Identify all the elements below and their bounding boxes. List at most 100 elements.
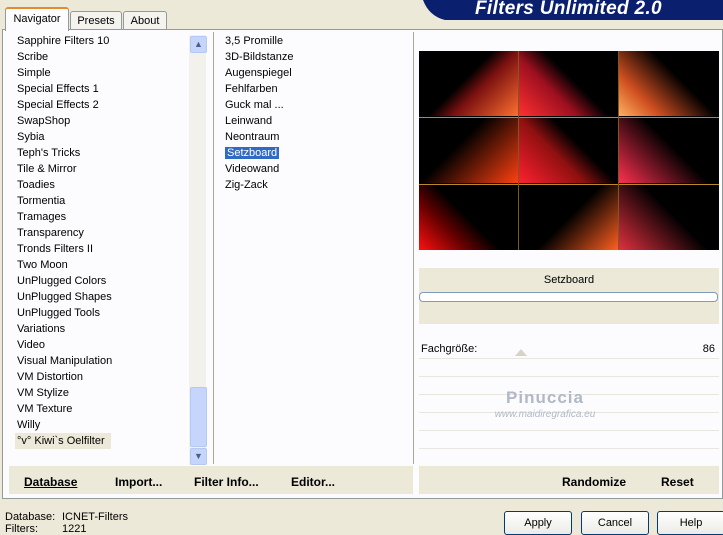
watermark-url: www.maidiregrafica.eu [494,409,596,420]
category-item-label: UnPlugged Colors [17,275,107,287]
import-button[interactable]: Import... [115,474,162,490]
preview-tile [419,185,518,250]
filter-item[interactable]: Neontraum [218,129,410,145]
filter-item-label: Augenspiegel [225,67,292,79]
param-label: Fachgröße: [421,343,478,355]
category-item[interactable]: UnPlugged Tools [10,305,190,321]
category-item[interactable]: Video [10,337,190,353]
category-item[interactable]: °v° Kiwi`s Oelfilter [10,433,190,449]
preview-grid-line [419,184,719,185]
param-row-6[interactable] [419,431,719,449]
category-item[interactable]: Simple [10,65,190,81]
filter-item-label: Zig-Zack [225,179,268,191]
status-database-label: Database: [5,511,56,523]
category-scrollbar[interactable]: ▲ ▼ [189,35,207,465]
filter-item[interactable]: 3D-Bildstanze [218,49,410,65]
category-item[interactable]: Willy [10,417,190,433]
category-item[interactable]: Sapphire Filters 10 [10,33,190,49]
preview-image [419,51,719,250]
filter-item[interactable]: Guck mal ... [218,97,410,113]
category-item-label: °v° Kiwi`s Oelfilter [15,433,111,449]
category-item-label: Scribe [17,51,49,63]
category-item-label: Transparency [17,227,84,239]
filter-item[interactable]: Setzboard [218,145,410,161]
param-row-7[interactable] [419,449,719,467]
category-item-label: Sybia [17,131,45,143]
category-item[interactable]: VM Distortion [10,369,190,385]
filter-item[interactable]: Fehlfarben [218,81,410,97]
category-item[interactable]: VM Texture [10,401,190,417]
database-button[interactable]: Database [24,474,77,490]
param-row-2[interactable] [419,359,719,377]
slider-marker-icon[interactable] [515,349,527,356]
preview-grid-line [518,51,519,250]
category-item[interactable]: Tormentia [10,193,190,209]
filter-item-label: Guck mal ... [225,99,284,111]
filter-item-label: Videowand [225,163,280,175]
preview-tile [519,118,618,183]
category-item[interactable]: Teph's Tricks [10,145,190,161]
help-button[interactable]: Help [657,511,723,535]
panel-divider [413,32,414,464]
category-item-label: Video [17,339,45,351]
scroll-thumb[interactable] [190,387,207,447]
category-item[interactable]: UnPlugged Colors [10,273,190,289]
reset-button[interactable]: Reset [661,474,694,490]
category-item[interactable]: Transparency [10,225,190,241]
preview-tile [419,118,518,183]
category-item[interactable]: Sybia [10,129,190,145]
status-filters-value: 1221 [62,523,87,535]
filter-item[interactable]: Leinwand [218,113,410,129]
randomize-button[interactable]: Randomize [562,474,626,490]
category-item[interactable]: UnPlugged Shapes [10,289,190,305]
preview-tile [419,51,518,116]
category-item[interactable]: Tramages [10,209,190,225]
filter-item-label: 3D-Bildstanze [225,51,294,63]
filter-item-label: Neontraum [225,131,280,143]
scroll-up-icon[interactable]: ▲ [190,36,207,53]
status-database-value: ICNET-Filters [62,511,128,523]
apply-button[interactable]: Apply [504,511,572,535]
filter-info-button[interactable]: Filter Info... [194,474,259,490]
filter-item[interactable]: 3,5 Promille [218,33,410,49]
filter-item[interactable]: Zig-Zack [218,177,410,193]
filter-item[interactable]: Augenspiegel [218,65,410,81]
editor-button[interactable]: Editor... [291,474,335,490]
preview-tile [619,51,718,116]
category-item-label: Toadies [17,179,55,191]
tab-presets[interactable]: Presets [70,11,122,30]
category-item[interactable]: SwapShop [10,113,190,129]
progress-bar [419,292,718,302]
category-item[interactable]: Tile & Mirror [10,161,190,177]
tab-about[interactable]: About [123,11,167,30]
category-item-label: UnPlugged Shapes [17,291,112,303]
category-item[interactable]: Toadies [10,177,190,193]
category-item[interactable]: Scribe [10,49,190,65]
category-item-label: Special Effects 2 [17,99,99,111]
category-item[interactable]: Two Moon [10,257,190,273]
scroll-down-icon[interactable]: ▼ [190,448,207,465]
category-item[interactable]: Special Effects 1 [10,81,190,97]
category-item-label: VM Distortion [17,371,84,383]
filter-item[interactable]: Videowand [218,161,410,177]
category-item[interactable]: Tronds Filters II [10,241,190,257]
category-item[interactable]: Variations [10,321,190,337]
category-item-label: Tormentia [17,195,66,207]
category-item[interactable]: Visual Manipulation [10,353,190,369]
effect-name: Setzboard [543,274,595,286]
category-item[interactable]: Special Effects 2 [10,97,190,113]
category-item-label: Visual Manipulation [17,355,113,367]
filter-item-label: Fehlfarben [225,83,278,95]
category-item-label: Variations [17,323,66,335]
category-item[interactable]: VM Stylize [10,385,190,401]
watermark-name: Pinuccia [506,388,584,407]
tab-navigator[interactable]: Navigator [5,7,69,31]
category-list[interactable]: Sapphire Filters 10 Scribe Simple Special E… [10,33,190,463]
filter-list[interactable]: 3,5 Promille 3D-Bildstanze Augenspiegel Feh… [218,33,410,463]
category-item-label: Simple [17,67,51,79]
cancel-button[interactable]: Cancel [581,511,649,535]
category-item-label: Sapphire Filters 10 [17,35,110,47]
param-row-1[interactable]: Fachgröße: 86 [419,341,719,359]
preview-tile [519,51,618,116]
filter-item-label: Leinwand [225,115,273,127]
